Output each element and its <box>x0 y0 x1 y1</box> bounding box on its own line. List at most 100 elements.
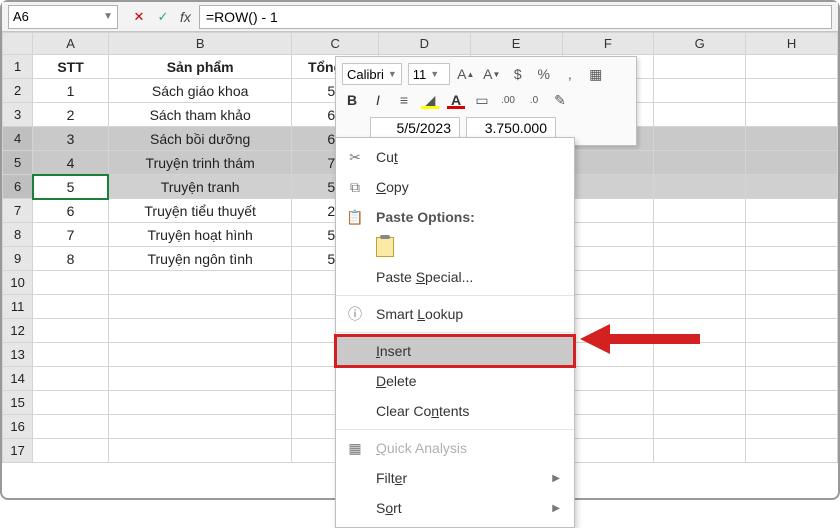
name-box[interactable]: A6 ▼ <box>8 5 118 29</box>
decrease-font-icon[interactable]: A▼ <box>482 64 502 84</box>
ctx-clear-contents[interactable]: Clear Contents <box>336 396 574 426</box>
row-header[interactable]: 7 <box>3 199 33 223</box>
col-header[interactable]: G <box>654 33 746 55</box>
col-header[interactable]: F <box>562 33 654 55</box>
ctx-paste-options-label: 📋 Paste Options: <box>336 202 574 232</box>
cell[interactable]: Sách tham khảo <box>108 103 292 127</box>
cell[interactable]: 4 <box>33 151 109 175</box>
percent-format-icon[interactable]: % <box>534 64 554 84</box>
lookup-icon: ⓘ <box>344 303 366 325</box>
row-header[interactable]: 5 <box>3 151 33 175</box>
border-icon[interactable]: ▭ <box>472 90 492 110</box>
col-header[interactable]: C <box>292 33 378 55</box>
font-size-select[interactable]: 11▼ <box>408 63 450 85</box>
formula-input[interactable]: =ROW() - 1 <box>199 5 832 29</box>
ctx-cut[interactable]: ✂ Cut <box>336 142 574 172</box>
chevron-right-icon: ▶ <box>552 473 560 484</box>
active-cell[interactable]: 5 <box>33 175 109 199</box>
mini-toolbar: Calibri▼ 11▼ A▲ A▼ $ % , ▦ B I ≡ ◢ A ▭ .… <box>335 56 637 146</box>
clipboard-icon: 📋 <box>344 206 366 228</box>
cancel-icon[interactable]: ✕ <box>128 6 150 28</box>
quick-analysis-icon: ▦ <box>344 437 366 459</box>
ctx-paste-option[interactable] <box>336 232 574 262</box>
sample-cell: 5/5/2023 <box>370 117 460 139</box>
col-header[interactable]: D <box>378 33 470 55</box>
bold-button[interactable]: B <box>342 90 362 110</box>
comma-format-icon[interactable]: , <box>560 64 580 84</box>
ctx-paste-special[interactable]: Paste Special... <box>336 262 574 292</box>
name-box-value: A6 <box>13 9 29 24</box>
chevron-down-icon: ▼ <box>430 69 439 79</box>
cell[interactable]: Truyện tiểu thuyết <box>108 199 292 223</box>
col-header[interactable]: A <box>33 33 109 55</box>
cell[interactable]: Truyện hoạt hình <box>108 223 292 247</box>
ctx-copy[interactable]: ⧉ Copy <box>336 172 574 202</box>
chevron-down-icon: ▼ <box>103 11 113 22</box>
column-header-row: A B C D E F G H <box>3 33 838 55</box>
col-header[interactable]: B <box>108 33 292 55</box>
separator <box>336 429 574 430</box>
ctx-smart-lookup[interactable]: ⓘ Smart Lookup <box>336 299 574 329</box>
sample-cell: 3.750.000 <box>466 117 556 139</box>
context-menu: ✂ Cut ⧉ Copy 📋 Paste Options: Paste Spec… <box>335 137 575 528</box>
ctx-quick-analysis: ▦ Quick Analysis <box>336 433 574 463</box>
cell[interactable]: 6 <box>33 199 109 223</box>
row-header[interactable]: 9 <box>3 247 33 271</box>
formula-bar: A6 ▼ ✕ ✓ fx =ROW() - 1 <box>2 2 838 32</box>
select-all-corner[interactable] <box>3 33 33 55</box>
ctx-delete[interactable]: Delete <box>336 366 574 396</box>
formula-buttons: ✕ ✓ fx <box>128 6 195 28</box>
row-header[interactable]: 10 <box>3 271 33 295</box>
format-painter-icon[interactable]: ✎ <box>550 90 570 110</box>
cell[interactable]: Truyện trinh thám <box>108 151 292 175</box>
ctx-sort[interactable]: Sort ▶ <box>336 493 574 523</box>
formula-text: =ROW() - 1 <box>206 9 278 25</box>
row-header[interactable]: 17 <box>3 439 33 463</box>
row-header[interactable]: 12 <box>3 319 33 343</box>
cell[interactable]: Sách bồi dưỡng <box>108 127 292 151</box>
borders-icon[interactable]: ▦ <box>586 64 606 84</box>
cell[interactable]: Sản phẩm <box>108 55 292 79</box>
col-header[interactable]: H <box>746 33 838 55</box>
font-color-icon[interactable]: A <box>446 90 466 110</box>
chevron-right-icon: ▶ <box>552 503 560 514</box>
row-header[interactable]: 6 <box>3 175 33 199</box>
fx-icon[interactable]: fx <box>176 9 195 25</box>
align-icon[interactable]: ≡ <box>394 90 414 110</box>
accounting-format-icon[interactable]: $ <box>508 64 528 84</box>
row-header[interactable]: 15 <box>3 391 33 415</box>
paste-icon <box>376 237 394 257</box>
decrease-decimal-icon[interactable]: .0 <box>524 90 544 110</box>
cell[interactable]: 7 <box>33 223 109 247</box>
ctx-filter[interactable]: Filter ▶ <box>336 463 574 493</box>
ctx-insert[interactable]: Insert <box>336 336 574 366</box>
cell[interactable]: 2 <box>33 103 109 127</box>
row-header[interactable]: 2 <box>3 79 33 103</box>
cell[interactable]: 3 <box>33 127 109 151</box>
cell[interactable]: Truyện ngôn tình <box>108 247 292 271</box>
row-header[interactable]: 1 <box>3 55 33 79</box>
row-header[interactable]: 3 <box>3 103 33 127</box>
cell[interactable]: 8 <box>33 247 109 271</box>
row-header[interactable]: 13 <box>3 343 33 367</box>
cell[interactable]: 1 <box>33 79 109 103</box>
cell[interactable]: Sách giáo khoa <box>108 79 292 103</box>
copy-icon: ⧉ <box>344 176 366 198</box>
row-header[interactable]: 14 <box>3 367 33 391</box>
increase-font-icon[interactable]: A▲ <box>456 64 476 84</box>
row-header[interactable]: 16 <box>3 415 33 439</box>
fill-color-icon[interactable]: ◢ <box>420 90 440 110</box>
row-header[interactable]: 11 <box>3 295 33 319</box>
font-select[interactable]: Calibri▼ <box>342 63 402 85</box>
italic-button[interactable]: I <box>368 90 388 110</box>
row-header[interactable]: 4 <box>3 127 33 151</box>
enter-icon[interactable]: ✓ <box>152 6 174 28</box>
cell[interactable]: Truyện tranh <box>108 175 292 199</box>
separator <box>336 295 574 296</box>
col-header[interactable]: E <box>470 33 562 55</box>
row-header[interactable]: 8 <box>3 223 33 247</box>
chevron-down-icon: ▼ <box>388 69 397 79</box>
increase-decimal-icon[interactable]: .00 <box>498 90 518 110</box>
scissors-icon: ✂ <box>344 146 366 168</box>
cell[interactable]: STT <box>33 55 109 79</box>
